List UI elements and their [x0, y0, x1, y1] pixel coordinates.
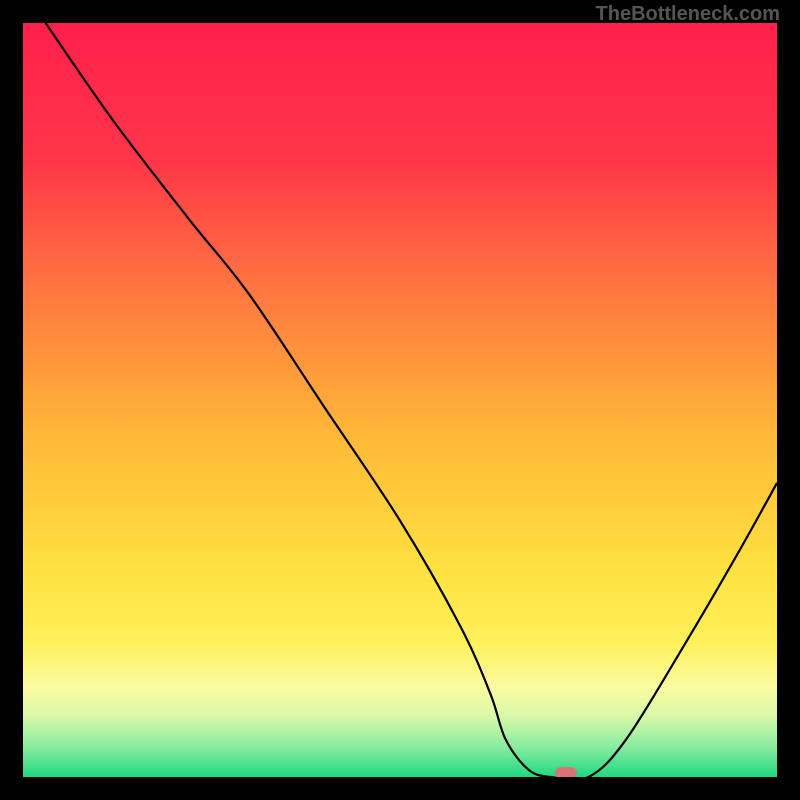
watermark-text: TheBottleneck.com — [596, 3, 780, 26]
bottleneck-curve — [23, 23, 777, 777]
plot-area — [23, 23, 777, 777]
optimal-marker — [555, 767, 577, 777]
